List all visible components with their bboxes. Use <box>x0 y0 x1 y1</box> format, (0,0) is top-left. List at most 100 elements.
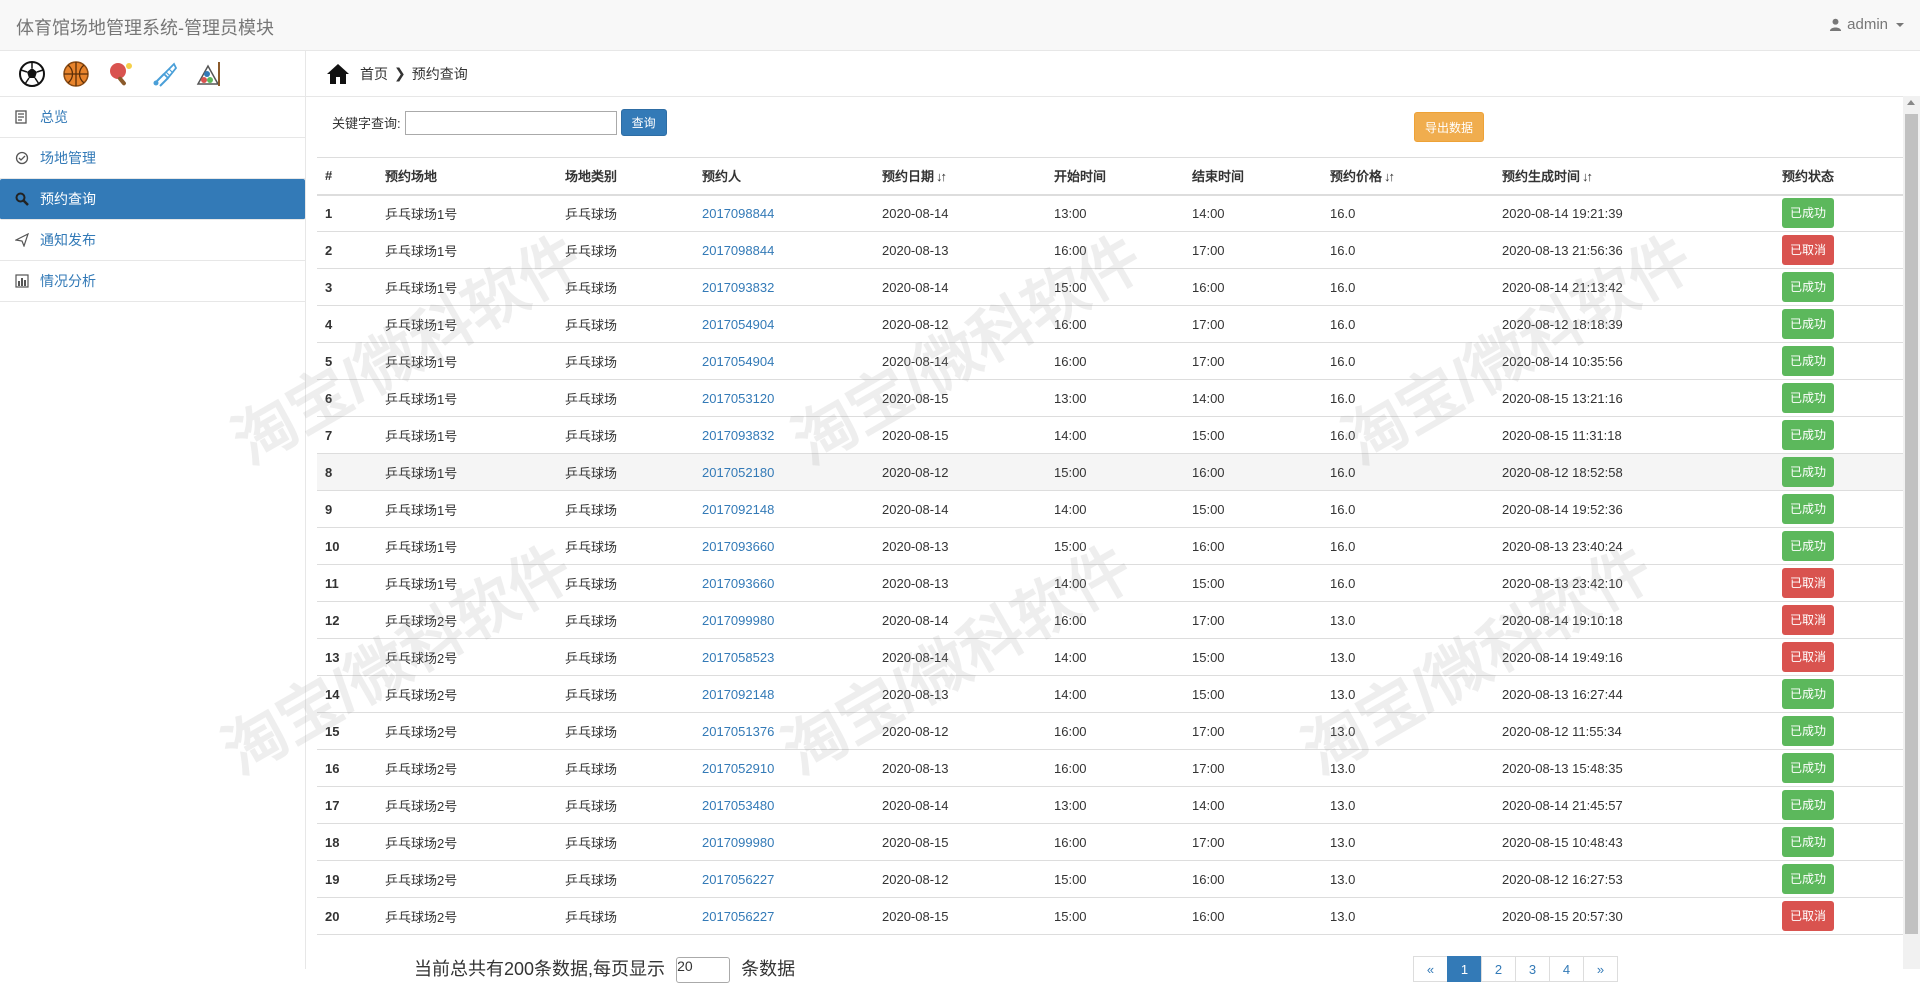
cell-end: 17:00 <box>1184 305 1322 343</box>
col-created-sortable[interactable]: 预约生成时间 ↓↑ <box>1494 157 1774 196</box>
cell-end: 17:00 <box>1184 601 1322 639</box>
page-2[interactable]: 2 <box>1481 956 1516 982</box>
badminton-icon[interactable] <box>150 60 178 88</box>
cell-user: 2017053480 <box>694 786 874 824</box>
page-next[interactable]: » <box>1583 956 1618 982</box>
user-link[interactable]: 2017056227 <box>702 909 774 924</box>
cell-date: 2020-08-14 <box>874 342 1046 380</box>
user-link[interactable]: 2017093660 <box>702 539 774 554</box>
status-badge[interactable]: 已成功 <box>1782 864 1834 894</box>
cell-end: 15:00 <box>1184 416 1322 454</box>
status-badge[interactable]: 已成功 <box>1782 420 1834 450</box>
pingpong-icon[interactable] <box>106 60 134 88</box>
home-icon[interactable] <box>326 63 350 85</box>
col-user: 预约人 <box>694 157 874 196</box>
user-link[interactable]: 2017098844 <box>702 243 774 258</box>
cell-id: 20 <box>317 897 377 935</box>
sidebar-item-analysis[interactable]: 情况分析 <box>0 261 305 302</box>
chevron-right-icon: ❯ <box>394 65 406 81</box>
status-badge[interactable]: 已取消 <box>1782 235 1834 265</box>
cell-type: 乒乓球场 <box>557 749 694 787</box>
status-badge[interactable]: 已取消 <box>1782 568 1834 598</box>
status-badge[interactable]: 已成功 <box>1782 827 1834 857</box>
user-link[interactable]: 2017052910 <box>702 761 774 776</box>
soccer-icon[interactable] <box>18 60 46 88</box>
status-badge[interactable]: 已取消 <box>1782 605 1834 635</box>
user-link[interactable]: 2017051376 <box>702 724 774 739</box>
status-badge[interactable]: 已成功 <box>1782 272 1834 302</box>
summary-prefix: 当前总共有 <box>414 959 504 979</box>
top-navbar: 体育馆场地管理系统-管理员模块 admin <box>0 0 1920 51</box>
user-link[interactable]: 2017092148 <box>702 687 774 702</box>
cell-id: 12 <box>317 601 377 639</box>
search-button[interactable]: 查询 <box>620 109 667 136</box>
user-link[interactable]: 2017093832 <box>702 280 774 295</box>
scrollbar-thumb[interactable] <box>1905 114 1918 934</box>
user-link[interactable]: 2017093832 <box>702 428 774 443</box>
page-4[interactable]: 4 <box>1549 956 1584 982</box>
status-badge[interactable]: 已成功 <box>1782 790 1834 820</box>
sidebar-item-venue-management[interactable]: 场地管理 <box>0 138 305 179</box>
sidebar-item-label: 情况分析 <box>40 273 96 289</box>
status-badge[interactable]: 已成功 <box>1782 383 1834 413</box>
status-badge[interactable]: 已成功 <box>1782 716 1834 746</box>
search-input[interactable] <box>404 110 617 135</box>
user-link[interactable]: 2017099980 <box>702 835 774 850</box>
user-link[interactable]: 2017054904 <box>702 354 774 369</box>
user-link[interactable]: 2017052180 <box>702 465 774 480</box>
cell-start: 15:00 <box>1046 860 1184 898</box>
basketball-icon[interactable] <box>62 60 90 88</box>
sort-icon[interactable]: ↓↑ <box>1384 169 1395 184</box>
summary-mid: 条数据,每页显示 <box>534 959 666 979</box>
sort-icon[interactable]: ↓↑ <box>1582 169 1593 184</box>
status-badge[interactable]: 已成功 <box>1782 494 1834 524</box>
status-badge[interactable]: 已成功 <box>1782 679 1834 709</box>
user-link[interactable]: 2017092148 <box>702 502 774 517</box>
sidebar-item-booking-query[interactable]: 预约查询 <box>0 179 305 220</box>
status-badge[interactable]: 已成功 <box>1782 346 1834 376</box>
breadcrumb-home[interactable]: 首页 <box>360 64 388 84</box>
status-badge[interactable]: 已成功 <box>1782 531 1834 561</box>
cell-venue: 乒乓球场1号 <box>377 527 557 565</box>
page-1[interactable]: 1 <box>1447 956 1482 982</box>
cell-price: 16.0 <box>1322 453 1494 491</box>
sort-icon[interactable]: ↓↑ <box>936 169 947 184</box>
cell-price: 13.0 <box>1322 786 1494 824</box>
user-link[interactable]: 2017098844 <box>702 206 774 221</box>
status-badge[interactable]: 已成功 <box>1782 753 1834 783</box>
status-badge[interactable]: 已成功 <box>1782 457 1834 487</box>
user-link[interactable]: 2017056227 <box>702 872 774 887</box>
pagination-summary: 当前总共有200条数据,每页显示 20 条数据 <box>414 955 795 983</box>
cell-venue: 乒乓球场1号 <box>377 231 557 269</box>
cell-date: 2020-08-14 <box>874 194 1046 232</box>
user-link[interactable]: 2017054904 <box>702 317 774 332</box>
user-link[interactable]: 2017058523 <box>702 650 774 665</box>
cell-created: 2020-08-13 21:56:36 <box>1494 231 1774 269</box>
user-link[interactable]: 2017053480 <box>702 798 774 813</box>
status-badge[interactable]: 已成功 <box>1782 198 1834 229</box>
cell-user: 2017093832 <box>694 416 874 454</box>
cell-user: 2017099980 <box>694 601 874 639</box>
sidebar-item-label: 总览 <box>40 109 68 125</box>
user-menu[interactable]: admin <box>1829 16 1904 33</box>
cell-date: 2020-08-12 <box>874 305 1046 343</box>
cell-price: 16.0 <box>1322 379 1494 417</box>
vertical-scrollbar[interactable] <box>1903 96 1920 969</box>
status-badge[interactable]: 已取消 <box>1782 901 1834 931</box>
sidebar-item-notice[interactable]: 通知发布 <box>0 220 305 261</box>
user-link[interactable]: 2017099980 <box>702 613 774 628</box>
user-link[interactable]: 2017093660 <box>702 576 774 591</box>
scroll-up-icon[interactable] <box>1907 100 1915 105</box>
export-button[interactable]: 导出数据 <box>1414 112 1484 142</box>
status-badge[interactable]: 已取消 <box>1782 642 1834 672</box>
page-size-select[interactable]: 20 <box>676 957 731 983</box>
billiards-icon[interactable] <box>194 60 222 88</box>
page-3[interactable]: 3 <box>1515 956 1550 982</box>
status-badge[interactable]: 已成功 <box>1782 309 1834 339</box>
user-link[interactable]: 2017053120 <box>702 391 774 406</box>
page-prev[interactable]: « <box>1413 956 1448 982</box>
table-row: 19 乒乓球场2号 乒乓球场 2017056227 2020-08-12 15:00 16:… <box>317 860 1905 898</box>
sidebar-item-overview[interactable]: 总览 <box>0 97 305 138</box>
col-price-sortable[interactable]: 预约价格 ↓↑ <box>1322 157 1494 196</box>
col-date-sortable[interactable]: 预约日期 ↓↑ <box>874 157 1046 196</box>
